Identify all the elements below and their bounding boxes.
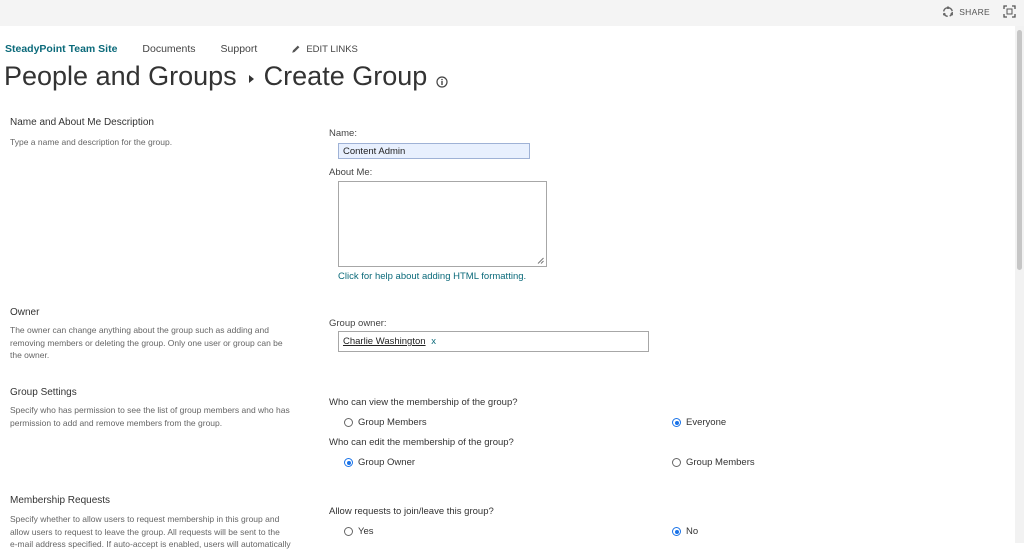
settings-desc-line: permission to add and remove members fro… <box>10 417 223 428</box>
group-owner-label: Group owner: <box>329 318 387 329</box>
vertical-scrollbar[interactable] <box>1015 26 1024 543</box>
radio-view-everyone[interactable] <box>672 418 681 427</box>
view-option-label: Everyone <box>686 417 727 428</box>
edit-option-label: Group Members <box>686 457 755 468</box>
page-title: People and Groups Create Group <box>4 61 448 92</box>
edit-option-group-members[interactable]: Group Members <box>672 457 755 468</box>
membership-desc-line: allow users to request to leave the grou… <box>10 526 280 537</box>
info-button[interactable] <box>436 64 448 95</box>
site-home-link[interactable]: SteadyPoint Team Site <box>5 43 117 55</box>
radio-requests-no[interactable] <box>672 527 681 536</box>
group-owner-picker[interactable]: Charlie Washington x <box>338 331 649 352</box>
membership-desc-line: Specify whether to allow users to reques… <box>10 514 280 524</box>
about-me-textarea[interactable] <box>338 181 547 267</box>
section-title-settings: Group Settings <box>10 387 77 398</box>
section-title-owner: Owner <box>10 307 40 318</box>
focus-mode-button[interactable] <box>1003 5 1016 23</box>
section-desc-owner: The owner can change anything about the … <box>10 324 310 362</box>
requests-option-label: No <box>686 526 699 537</box>
edit-membership-question: Who can edit the membership of the group… <box>329 437 514 448</box>
breadcrumb-arrow-icon <box>248 74 254 83</box>
share-button[interactable]: SHARE <box>942 6 990 18</box>
settings-desc-line: Specify who has permission to see the li… <box>10 405 290 415</box>
name-label: Name: <box>329 128 357 139</box>
owner-desc-line: the owner. <box>10 350 50 361</box>
view-option-label: Group Members <box>358 417 427 428</box>
edit-option-label: Group Owner <box>358 457 416 468</box>
html-formatting-help-link[interactable]: Click for help about adding HTML formatt… <box>338 271 526 282</box>
share-label: SHARE <box>959 7 990 17</box>
membership-desc-line: e-mail address specified. If auto-accept… <box>10 539 291 550</box>
edit-links-button[interactable]: EDIT LINKS <box>291 44 358 55</box>
radio-requests-yes[interactable] <box>344 527 353 536</box>
site-navigation: SteadyPoint Team Site Documents Support … <box>5 43 358 55</box>
edit-option-group-owner[interactable]: Group Owner <box>344 457 415 468</box>
resize-grip-icon[interactable] <box>537 257 544 264</box>
remove-owner-button[interactable]: x <box>431 336 436 347</box>
info-icon <box>436 76 448 88</box>
section-title-name: Name and About Me Description <box>10 117 154 128</box>
scrollbar-thumb[interactable] <box>1017 30 1022 270</box>
about-me-label: About Me: <box>329 167 373 178</box>
top-bar: SHARE <box>0 0 1024 26</box>
breadcrumb-current: Create Group <box>263 61 428 91</box>
nav-link-documents[interactable]: Documents <box>142 43 195 55</box>
section-desc-name: Type a name and description for the grou… <box>10 137 173 147</box>
sync-circle-icon <box>943 6 954 18</box>
radio-edit-group-members[interactable] <box>672 458 681 467</box>
view-option-group-members[interactable]: Group Members <box>344 417 427 428</box>
requests-option-no[interactable]: No <box>672 526 698 537</box>
allow-requests-question: Allow requests to join/leave this group? <box>329 506 494 517</box>
requests-option-yes[interactable]: Yes <box>344 526 374 537</box>
focus-mode-icon <box>1003 5 1016 18</box>
radio-view-group-members[interactable] <box>344 418 353 427</box>
breadcrumb-parent[interactable]: People and Groups <box>4 61 237 92</box>
section-desc-settings: Specify who has permission to see the li… <box>10 404 310 429</box>
owner-desc-line: removing members or deleting the group. … <box>10 337 283 348</box>
owner-entity-name[interactable]: Charlie Washington <box>343 336 426 347</box>
section-title-membership: Membership Requests <box>10 495 111 506</box>
radio-edit-group-owner[interactable] <box>344 458 353 467</box>
group-name-input[interactable] <box>338 143 530 159</box>
nav-link-support[interactable]: Support <box>221 43 258 55</box>
view-membership-question: Who can view the membership of the group… <box>329 397 518 408</box>
requests-option-label: Yes <box>358 526 374 537</box>
owner-desc-line: The owner can change anything about the … <box>10 325 269 335</box>
view-option-everyone[interactable]: Everyone <box>672 417 726 428</box>
section-desc-membership: Specify whether to allow users to reques… <box>10 513 310 551</box>
pencil-icon <box>292 45 300 53</box>
edit-links-label: EDIT LINKS <box>306 43 358 55</box>
